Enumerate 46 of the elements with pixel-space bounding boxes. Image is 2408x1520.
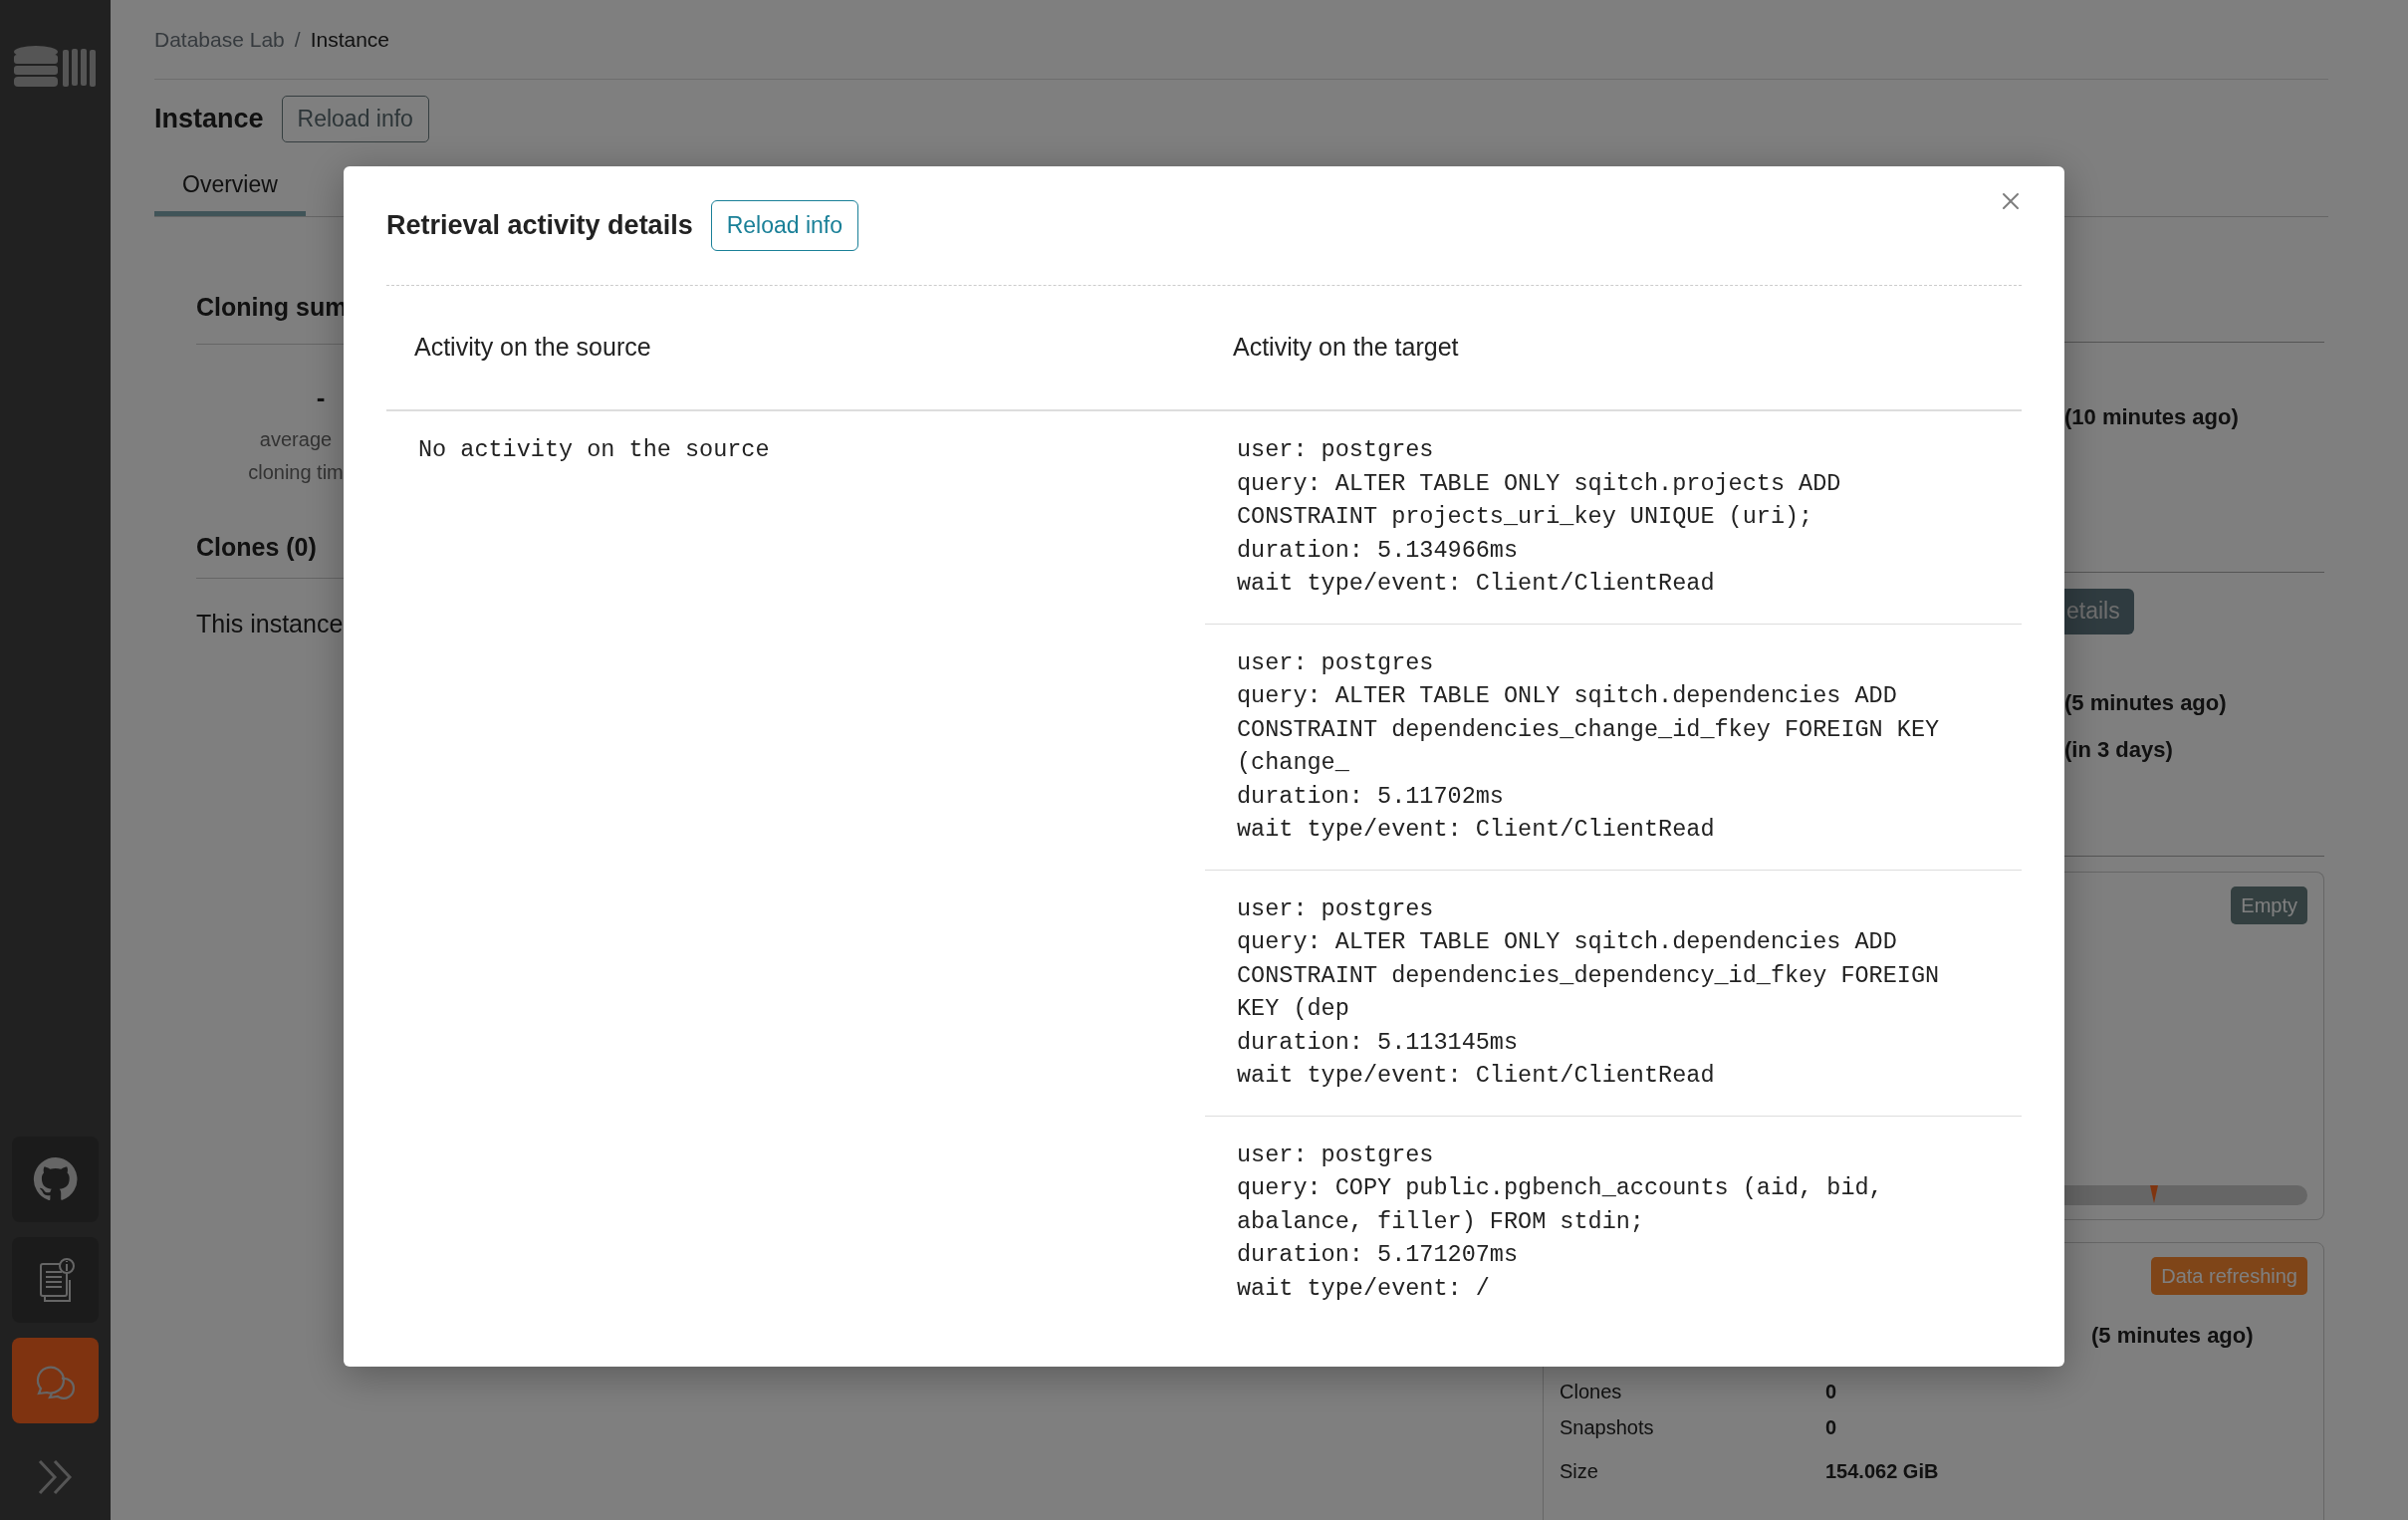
time-value: (5 minutes ago)	[2091, 1323, 2254, 1348]
activity-line: user: postgres	[1237, 435, 1435, 465]
column-header: Activity on the target	[1205, 286, 2022, 411]
empty-message: This instance	[196, 609, 345, 639]
time-value: (5 minutes ago)	[2064, 689, 2227, 715]
breadcrumb-separator: /	[294, 26, 301, 53]
activity-line: user: postgres	[1237, 647, 1435, 678]
activity-line: wait type/event: Client/ClientRead	[1237, 815, 1716, 845]
breadcrumb-link[interactable]: Database Lab	[154, 23, 285, 56]
status-badge: Empty	[2231, 887, 2307, 924]
reload-info-button[interactable]: Reload info	[281, 96, 429, 142]
field-label: Clones	[1560, 1380, 1623, 1404]
activity-line: user: postgres	[1237, 1140, 1435, 1170]
activity-line: duration: 5.134966ms	[1237, 535, 1520, 566]
cat-icon	[31, 1155, 80, 1203]
reload-info-button[interactable]: Reload info	[710, 200, 858, 251]
details-button[interactable]: etails	[2064, 589, 2134, 634]
column-header: Activity on the source	[386, 286, 1205, 411]
stat-label: average cloning tim	[247, 427, 345, 485]
stat-value: -	[315, 381, 327, 414]
activity-line: query: COPY public.pgbench_accounts (aid, bid, abalance, filler) FROM stdin;	[1237, 1173, 1884, 1237]
activity-line: duration: 5.11702ms	[1237, 781, 1505, 812]
marker-icon	[2150, 1185, 2158, 1203]
activity-line: query: ALTER TABLE ONLY sqitch.projects ADD CONSTRAINT projects_uri_key UNIQUE (uri);	[1237, 468, 1842, 532]
modal-title: Retrieval activity details	[386, 209, 693, 242]
activity-line: user: postgres	[1237, 893, 1435, 924]
tab[interactable]: Overview	[154, 158, 306, 216]
breadcrumb-current: Instance	[310, 26, 389, 53]
activity-line: wait type/event: /	[1237, 1273, 1491, 1304]
activity-text: No activity on the source	[418, 435, 771, 465]
time-value: (in 3 days)	[2064, 736, 2173, 762]
field-value: 0	[1825, 1380, 1838, 1404]
activity-line: duration: 5.113145ms	[1237, 1027, 1520, 1058]
activity-line: duration: 5.171207ms	[1237, 1240, 1520, 1270]
field-label: Snapshots	[1560, 1415, 1655, 1440]
github-sidebar-button[interactable]	[12, 1137, 99, 1222]
field-value: 0	[1825, 1415, 1838, 1440]
status-badge: Data refreshing	[2151, 1257, 2307, 1295]
activity-line: wait type/event: Client/ClientRead	[1237, 569, 1716, 599]
field-label: Size	[1560, 1459, 1599, 1484]
docs-sidebar-button[interactable]	[12, 1237, 99, 1323]
activity-line: wait type/event: Client/ClientRead	[1237, 1061, 1716, 1091]
double-chevron-icon[interactable]	[36, 1458, 75, 1496]
field-value: 154.062 GiB	[1825, 1459, 1940, 1484]
time-value: (10 minutes ago)	[2064, 404, 2239, 429]
page-title: Instance	[154, 103, 264, 135]
